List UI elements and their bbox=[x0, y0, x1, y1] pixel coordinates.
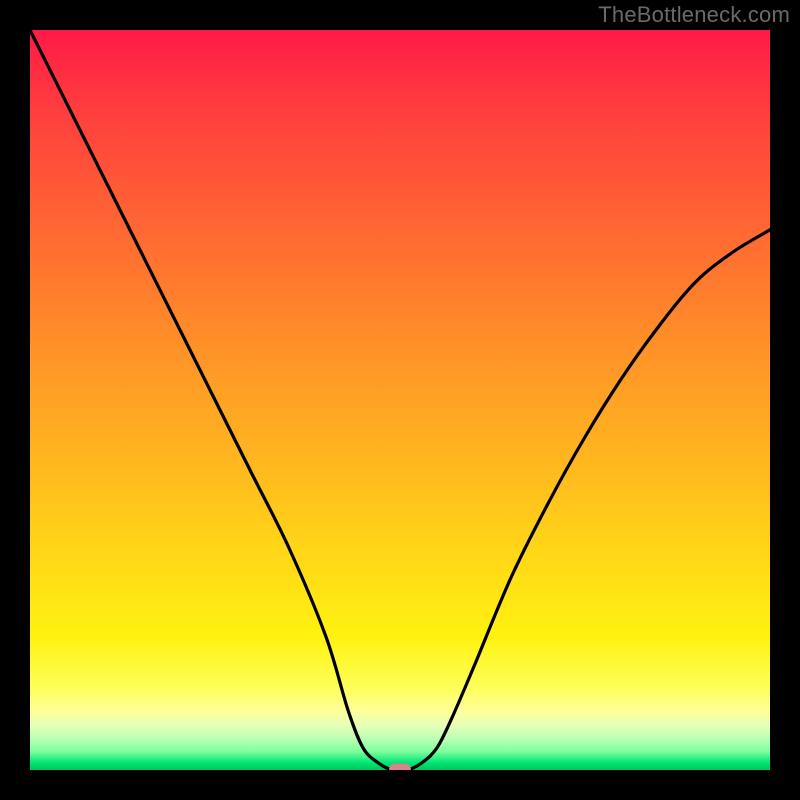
chart-container: TheBottleneck.com bbox=[0, 0, 800, 800]
minimum-marker bbox=[390, 764, 411, 770]
bottleneck-curve bbox=[30, 30, 770, 770]
watermark: TheBottleneck.com bbox=[598, 2, 790, 28]
plot-area bbox=[30, 30, 770, 770]
curve-svg bbox=[30, 30, 770, 770]
